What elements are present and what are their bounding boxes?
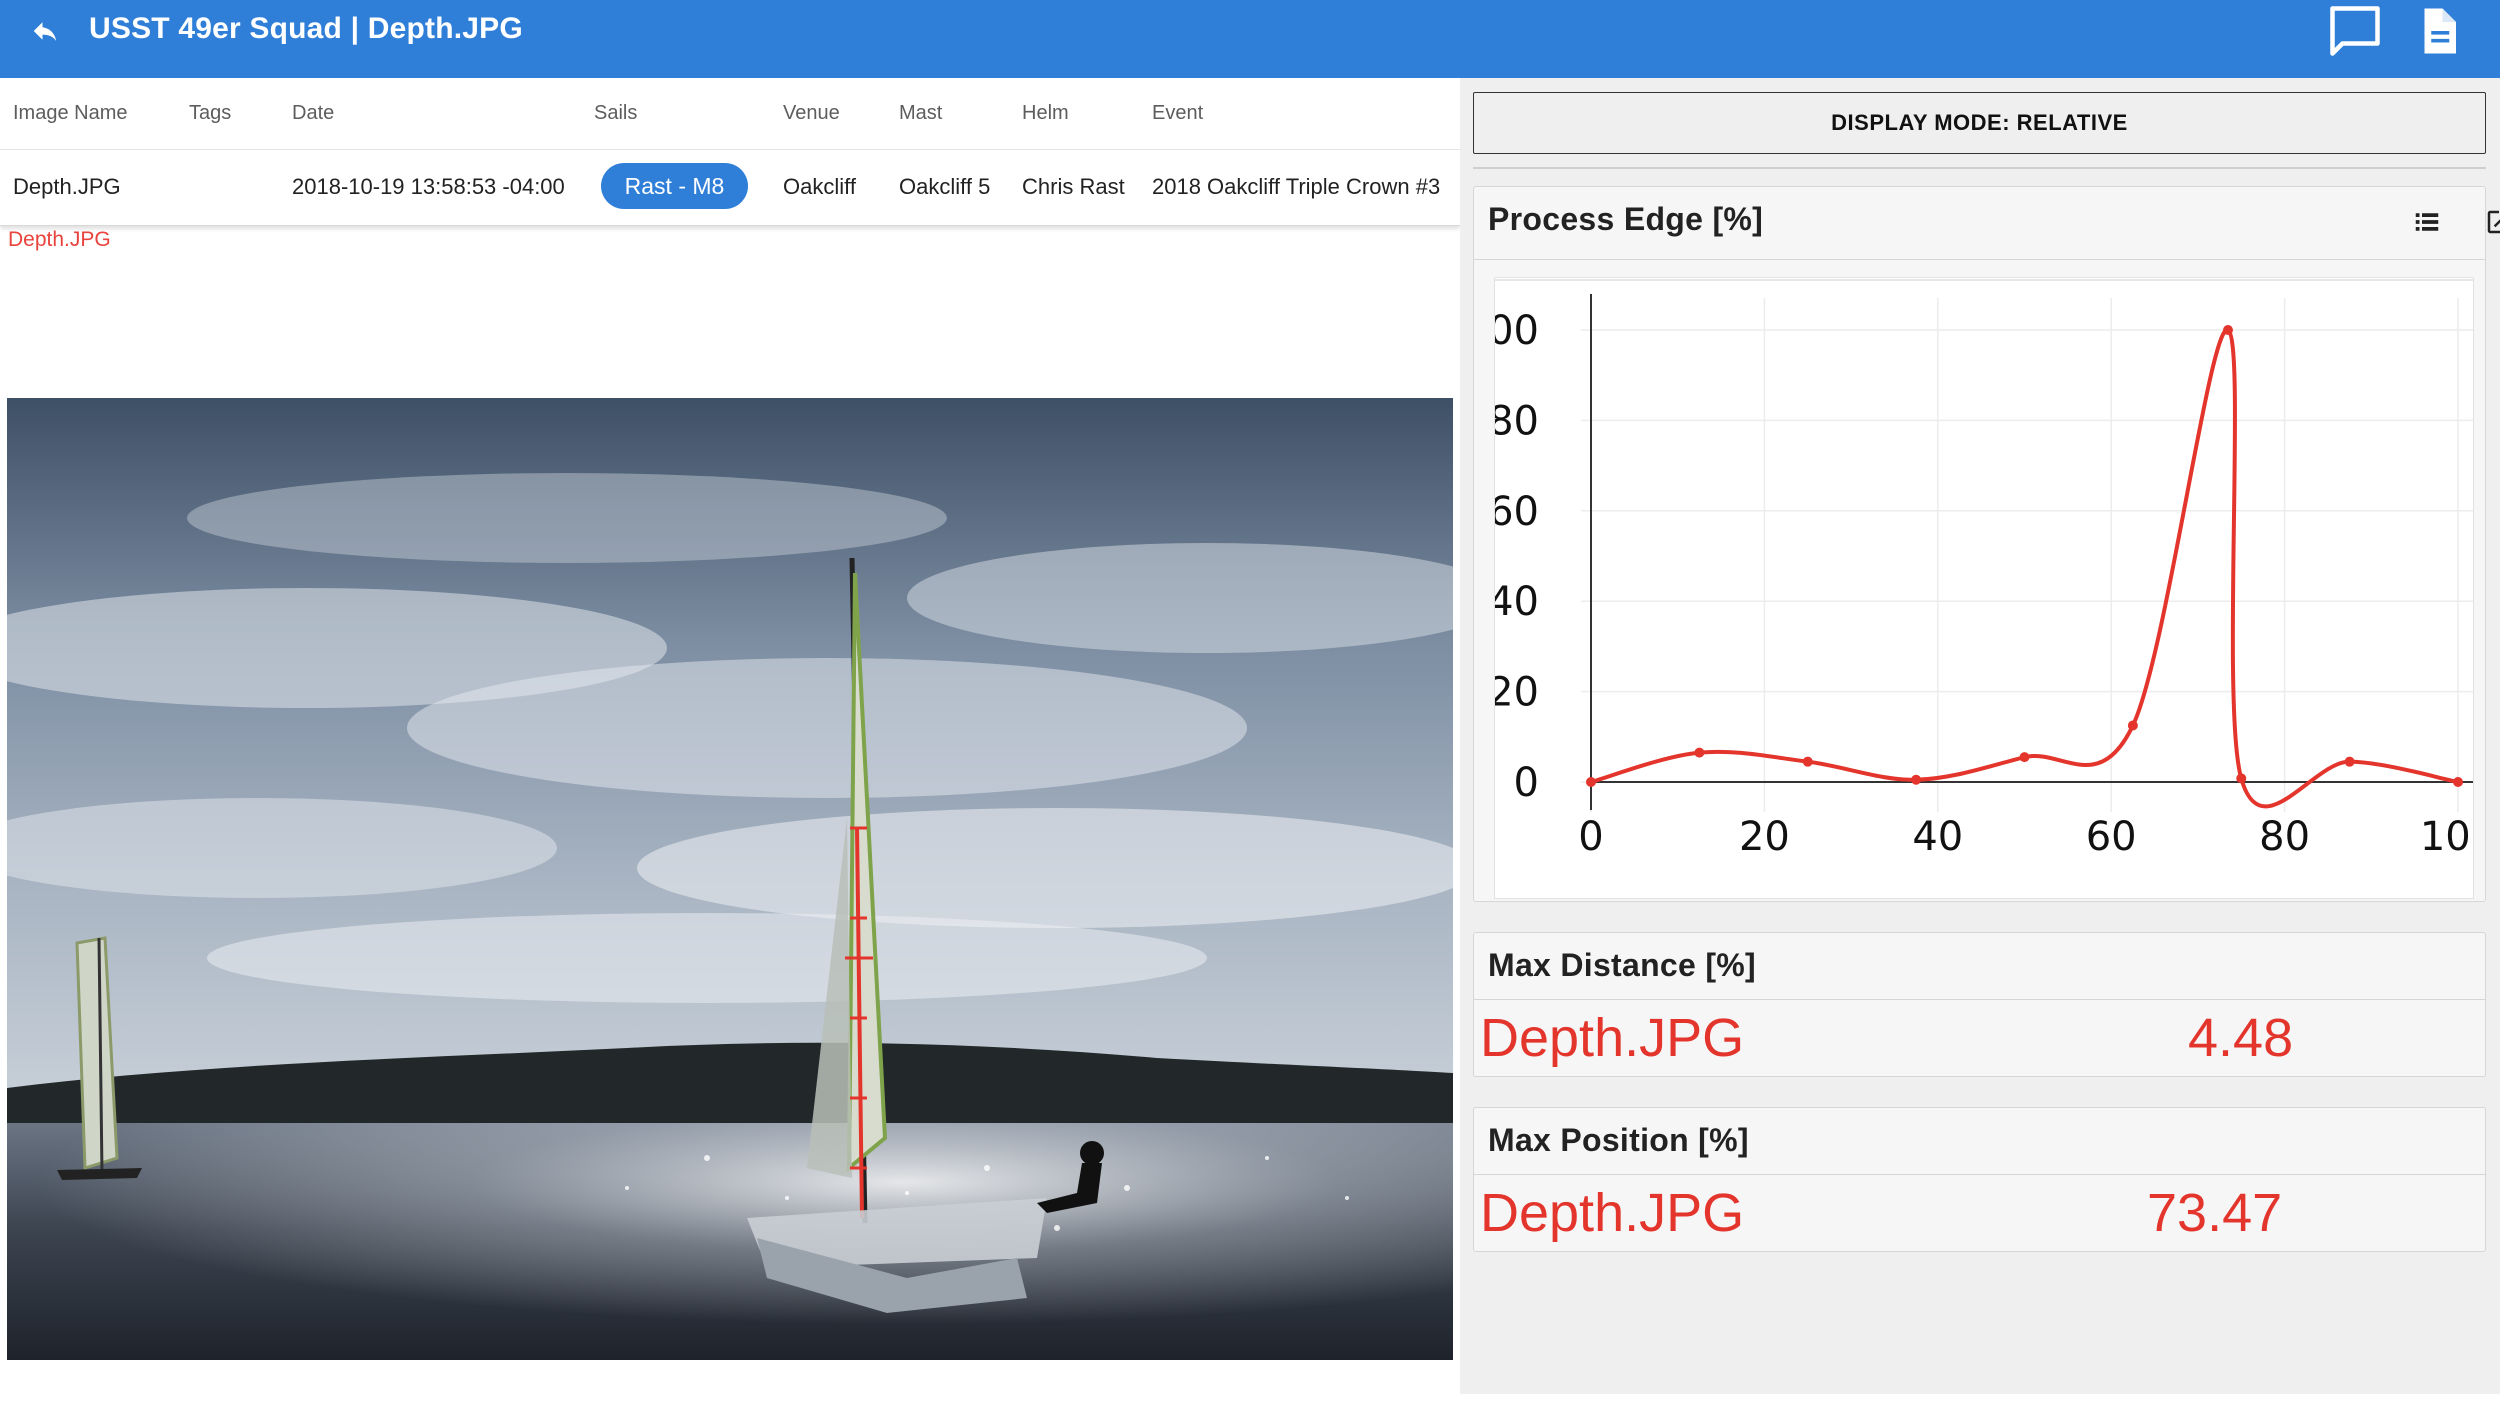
x-tick-label: 40 (1912, 814, 1963, 860)
table-row[interactable]: Depth.JPG 2018-10-19 13:58:53 -04:00 Ras… (0, 150, 1460, 226)
open-external-button[interactable] (2474, 197, 2500, 247)
process-edge-card: Process Edge [%] 0 20 40 60 80 100 0 20 40 60 80 10… (1463, 186, 2500, 902)
max-position-card: Max Position [%] Depth.JPG 73.47 (1473, 1107, 2486, 1252)
image-panel: Image Name Tags Date Sails Venue Mast He… (0, 78, 1460, 1411)
app-bar: USST 49er Squad | Depth.JPG (0, 0, 2500, 78)
y-tick-label: 40 (1495, 579, 1539, 625)
list-view-icon (2415, 213, 2439, 231)
column-header-helm[interactable]: Helm (1022, 102, 1069, 125)
cell-venue: Oakcliff (783, 174, 856, 199)
data-point (2453, 777, 2463, 787)
y-tick-label: 0 (1514, 760, 1539, 806)
max-distance-card: Max Distance [%] Depth.JPG 4.48 (1473, 932, 2486, 1077)
process-edge-title: Process Edge [%] (1488, 201, 1764, 237)
series-line (1590, 327, 2459, 809)
cell-image-name: Depth.JPG (13, 174, 121, 199)
comment-button[interactable] (2322, 0, 2388, 62)
y-tick-label: 20 (1495, 670, 1539, 716)
list-view-button[interactable] (2402, 197, 2452, 247)
x-tick-label: 60 (2086, 814, 2137, 860)
column-header-image-name[interactable]: Image Name (13, 102, 128, 125)
max-distance-title: Max Distance [%] (1488, 947, 1756, 983)
cell-date: 2018-10-19 13:58:53 -04:00 (292, 174, 565, 199)
process-edge-plot: 0 20 40 60 80 100 0 20 40 60 80 100 (1463, 279, 2496, 860)
left-panel-footer (0, 1360, 1460, 1411)
back-button[interactable] (24, 10, 66, 52)
display-mode-button[interactable]: DISPLAY MODE: RELATIVE (1473, 92, 2486, 154)
image-caption: Depth.JPG (8, 228, 111, 251)
y-tick-label: 80 (1495, 398, 1539, 444)
sail-chip[interactable]: Rast - M8 (601, 163, 748, 209)
table-header: Image Name Tags Date Sails Venue Mast He… (0, 78, 1460, 150)
data-point (1911, 774, 1922, 785)
max-distance-value: 4.48 (2188, 1008, 2294, 1068)
x-tick-label: 100 (2420, 814, 2473, 860)
y-tick-label: 60 (1495, 489, 1539, 535)
card-divider (1474, 1174, 2485, 1175)
analysis-panel: DISPLAY MODE: RELATIVE Process Edge [%] … (1460, 78, 2500, 1394)
x-tick-label: 0 (1578, 814, 1603, 860)
x-tick-label: 20 (1739, 814, 1790, 860)
x-tick-label: 80 (2259, 814, 2310, 860)
column-header-event[interactable]: Event (1152, 102, 1203, 125)
reply-arrow-icon (33, 22, 57, 41)
data-point (2222, 325, 2233, 335)
column-header-tags[interactable]: Tags (189, 102, 231, 125)
document-icon (2424, 8, 2456, 54)
data-point (1802, 756, 1813, 767)
column-header-date[interactable]: Date (292, 102, 334, 125)
data-point (2019, 752, 2030, 763)
cell-event: 2018 Oakcliff Triple Crown #3 (1152, 174, 1441, 199)
process-edge-chart[interactable]: 0 20 40 60 80 100 0 20 40 60 80 100 (1463, 277, 2496, 899)
data-point (2127, 720, 2138, 731)
comment-icon (2330, 6, 2380, 56)
page-title: USST 49er Squad | Depth.JPG (89, 12, 523, 45)
y-tick-label: 100 (1495, 308, 1539, 354)
column-header-sails[interactable]: Sails (594, 102, 637, 125)
cell-helm: Chris Rast (1022, 174, 1125, 199)
right-panel-footer (1460, 1394, 2500, 1411)
column-header-venue[interactable]: Venue (783, 102, 840, 125)
divider (1473, 167, 2486, 169)
data-point (2236, 773, 2247, 784)
max-position-value: 73.47 (2147, 1183, 2283, 1243)
column-header-mast[interactable]: Mast (899, 102, 942, 125)
card-divider (1474, 999, 2485, 1000)
max-distance-image-name: Depth.JPG (1480, 1008, 1745, 1068)
cell-mast: Oakcliff 5 (899, 174, 991, 199)
document-button[interactable] (2405, 0, 2471, 62)
card-divider (1474, 259, 2485, 260)
max-position-image-name: Depth.JPG (1480, 1183, 1745, 1243)
sail-photo[interactable] (7, 398, 1453, 1360)
max-position-title: Max Position [%] (1488, 1122, 1749, 1158)
data-point (1694, 747, 1705, 758)
data-point (2344, 756, 2355, 767)
open-external-icon (2487, 210, 2500, 234)
data-point (1586, 777, 1596, 787)
